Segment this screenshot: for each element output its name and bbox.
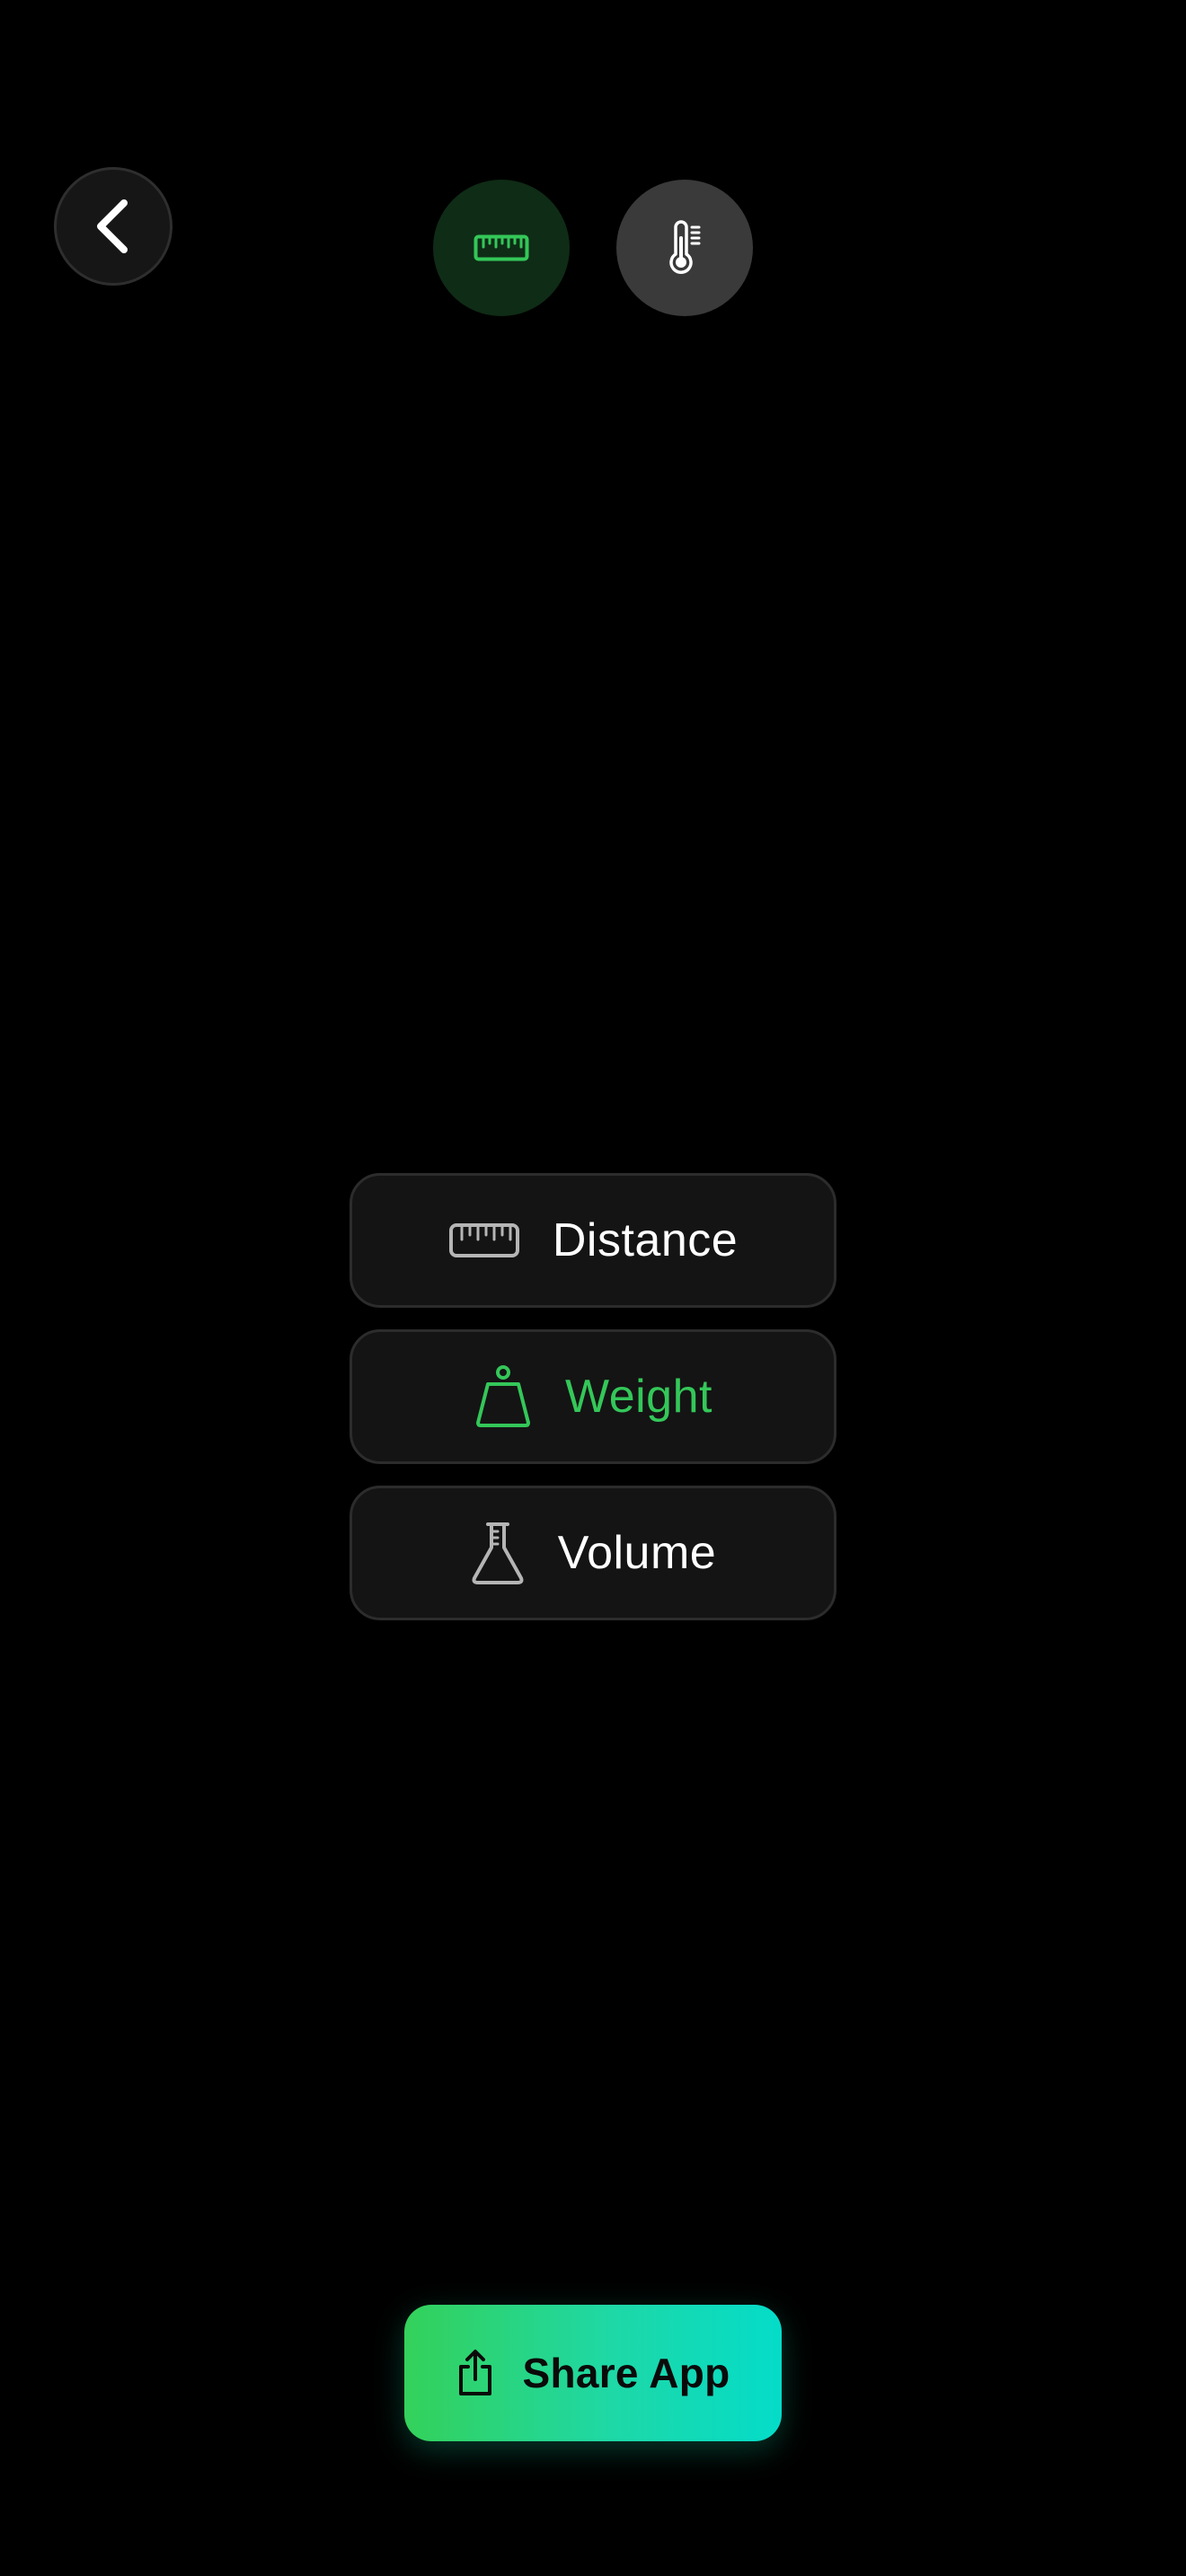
category-weight-button[interactable]: Weight [350, 1329, 836, 1464]
category-list: Distance Weight Volume [350, 1173, 836, 1620]
share-icon [459, 2350, 492, 2395]
category-volume-label: Volume [557, 1527, 717, 1579]
category-distance-label: Distance [552, 1214, 739, 1266]
converter-screen: Distance Weight Volume Share App [0, 0, 1186, 2576]
share-app-button[interactable]: Share App [404, 2305, 782, 2441]
mode-measure-button[interactable] [433, 180, 570, 316]
flask-icon [470, 1521, 526, 1585]
ruler-icon [448, 1222, 520, 1258]
category-distance-button[interactable]: Distance [350, 1173, 836, 1308]
mode-temperature-button[interactable] [616, 180, 753, 316]
category-volume-button[interactable]: Volume [350, 1486, 836, 1620]
back-button[interactable] [54, 167, 173, 286]
ruler-icon [474, 234, 529, 261]
thermometer-icon [669, 220, 701, 274]
chevron-left-icon [97, 199, 128, 253]
category-weight-label: Weight [565, 1371, 712, 1423]
weight-icon [474, 1364, 533, 1429]
share-app-label: Share App [522, 2350, 730, 2396]
